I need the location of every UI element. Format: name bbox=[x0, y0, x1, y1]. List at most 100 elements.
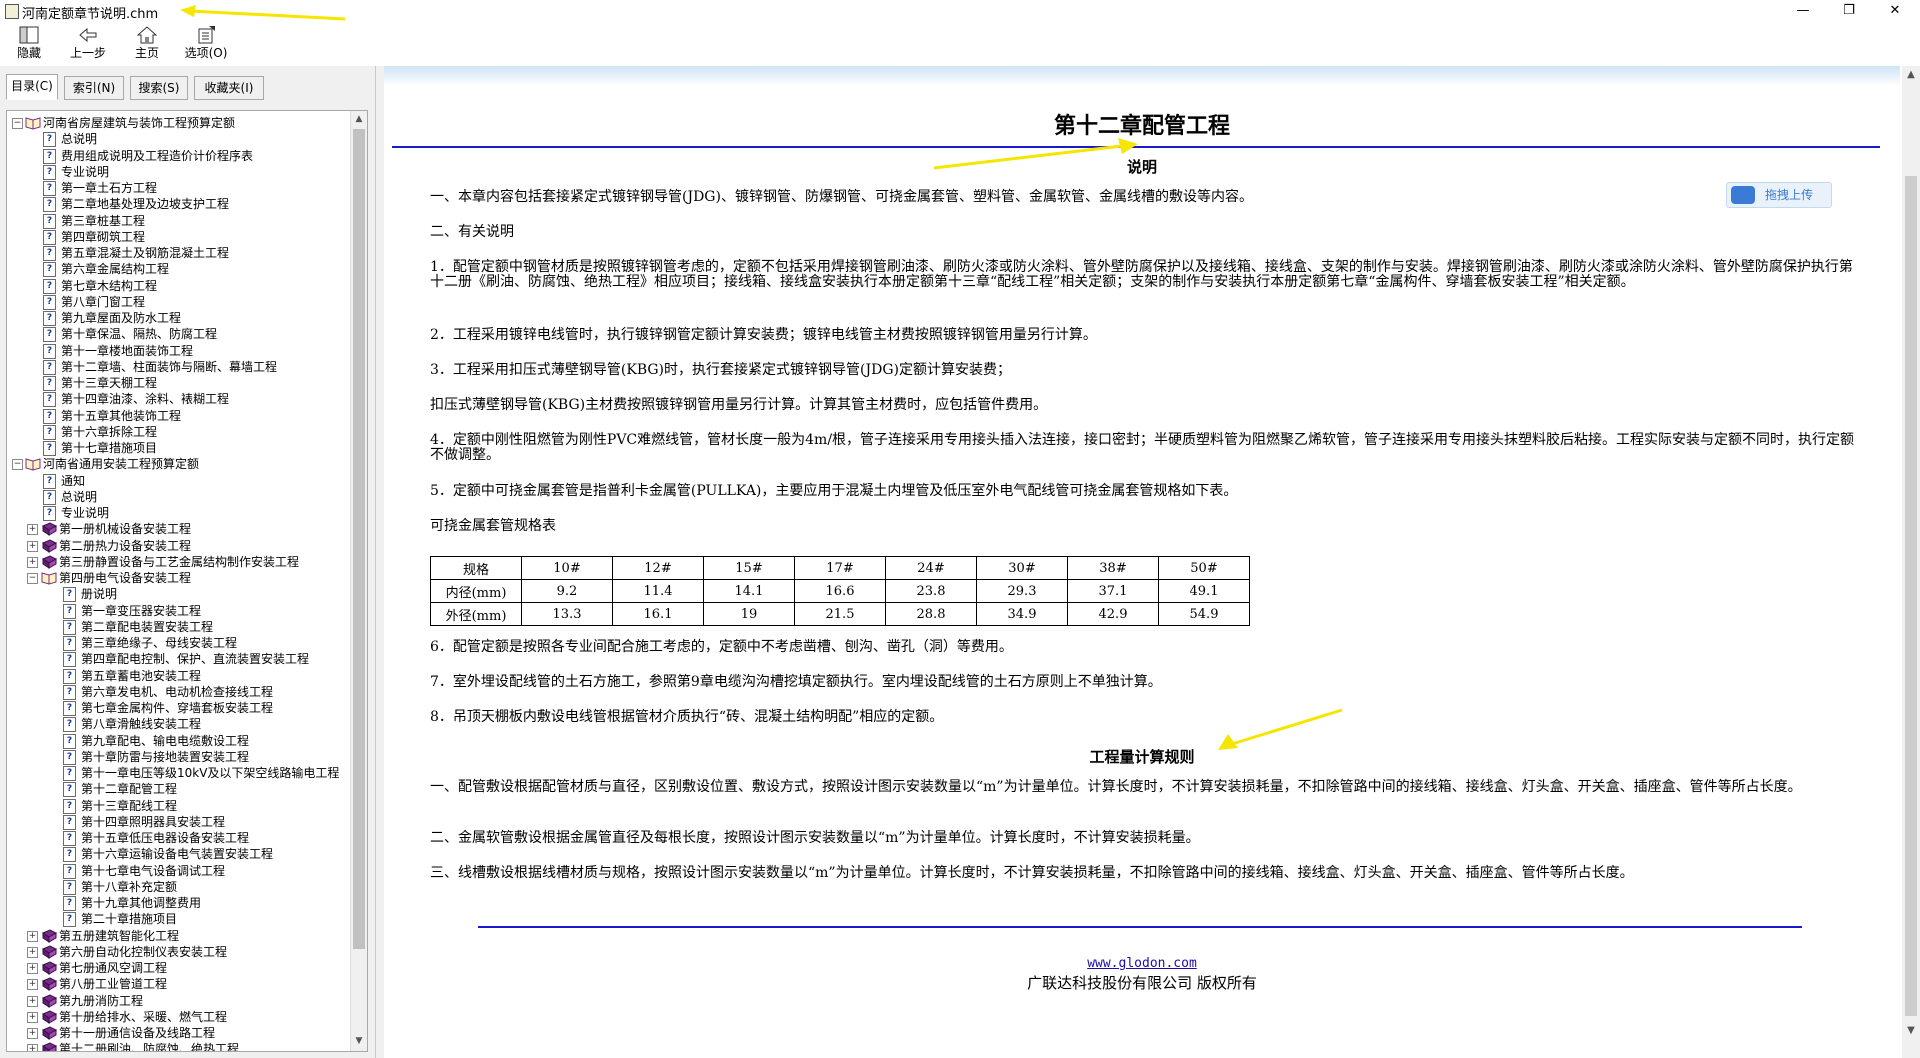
help-page-icon: ? bbox=[63, 652, 76, 668]
tree-item-label: 第十一章楼地面装饰工程 bbox=[61, 343, 194, 358]
table-cell: 16.6 bbox=[794, 579, 886, 603]
table-cell: 13.3 bbox=[521, 602, 613, 626]
help-page-icon: ? bbox=[43, 327, 56, 343]
paragraph: 7．室外埋设配线管的土石方施工，参照第9章电缆沟沟槽挖填定额执行。室内埋设配线管… bbox=[430, 674, 1162, 690]
table-cell: 30# bbox=[976, 556, 1068, 580]
scroll-down-icon[interactable]: ▼ bbox=[351, 1033, 367, 1049]
open-book-icon bbox=[25, 117, 41, 130]
tree-item-label: 第十三章配线工程 bbox=[81, 798, 178, 813]
scroll-up-icon[interactable]: ▲ bbox=[1902, 66, 1920, 84]
expand-icon[interactable]: + bbox=[27, 930, 38, 942]
rule-paragraph: 一、配管敷设根据配管材质与直径，区别敷设位置、敷设方式，按照设计图示安装数量以“… bbox=[430, 779, 1802, 795]
tree-item-label: 通知 bbox=[61, 473, 86, 488]
tree-item-label: 第十册给排水、采暖、燃气工程 bbox=[59, 1009, 228, 1024]
help-page-icon: ? bbox=[43, 408, 56, 424]
expand-icon[interactable]: + bbox=[27, 1044, 38, 1051]
closed-book-icon bbox=[41, 961, 57, 975]
expand-icon[interactable]: + bbox=[27, 1011, 38, 1023]
help-page-icon: ? bbox=[43, 148, 56, 164]
options-button[interactable]: 选项(O) bbox=[178, 24, 234, 64]
help-page-icon: ? bbox=[63, 701, 76, 716]
expand-icon[interactable]: + bbox=[27, 540, 38, 552]
closed-book-icon bbox=[41, 538, 57, 553]
collapse-icon[interactable]: − bbox=[12, 118, 23, 129]
tree-item-label: 第八章门窗工程 bbox=[61, 294, 146, 309]
hide-button[interactable]: 隐藏 bbox=[1, 24, 57, 64]
table-cell: 16.1 bbox=[612, 602, 704, 626]
tab-search[interactable]: 搜索(S) bbox=[130, 76, 188, 100]
annotation-arrow-icon bbox=[180, 5, 346, 21]
tab-favorites[interactable]: 收藏夹(I) bbox=[194, 76, 264, 100]
home-icon bbox=[137, 26, 157, 44]
collapse-icon[interactable]: − bbox=[12, 459, 23, 471]
spec-table: 规格 10# 12# 15# 17# 24# 30# 38# 50# 内径(mm) 9.2 11.4 1… bbox=[430, 556, 1250, 626]
help-page-icon: ? bbox=[43, 473, 56, 489]
scroll-down-icon[interactable]: ▼ bbox=[1902, 1022, 1920, 1040]
expand-icon[interactable]: + bbox=[27, 963, 38, 974]
expand-icon[interactable]: + bbox=[27, 946, 38, 958]
help-page-icon: ? bbox=[63, 587, 76, 603]
table-cell: 34.9 bbox=[976, 602, 1068, 626]
closed-book-icon bbox=[41, 1042, 57, 1051]
tree-item-label: 总说明 bbox=[61, 132, 98, 147]
tree-item-label: 第八册工业管道工程 bbox=[59, 977, 168, 992]
expand-icon[interactable]: + bbox=[27, 1028, 38, 1039]
content-scrollbar[interactable]: ▲ ▼ bbox=[1902, 66, 1920, 1058]
back-button[interactable]: 上一步 bbox=[60, 24, 116, 64]
tree-item-label: 第十三章天棚工程 bbox=[61, 376, 158, 390]
restore-button[interactable]: ❐ bbox=[1826, 0, 1872, 22]
paragraph: 6．配管定额是按照各专业间配合施工考虑的，定额中不考虑凿槽、刨沟、凿孔（洞）等费… bbox=[430, 639, 1013, 655]
tree-item-label: 第四章配电控制、保护、直流装置安装工程 bbox=[81, 652, 310, 667]
table-caption: 可挠金属套管规格表 bbox=[430, 518, 556, 534]
help-page-icon: ? bbox=[63, 668, 76, 684]
title-bar: 河南定额章节说明.chm — ❐ ✕ bbox=[0, 0, 1920, 22]
tree-item-label: 第十二章配管工程 bbox=[81, 782, 178, 797]
closed-book-icon bbox=[41, 1010, 57, 1024]
help-page-icon: ? bbox=[43, 164, 56, 180]
table-cell: 17# bbox=[794, 556, 886, 580]
tree-item-label: 第七章金属构件、穿墙套板安装工程 bbox=[81, 701, 274, 715]
paragraph: 二、有关说明 bbox=[430, 224, 514, 240]
tree-item-label: 第五章混凝土及钢筋混凝土工程 bbox=[61, 246, 230, 260]
tree-item-label: 第十四章照明器具安装工程 bbox=[81, 814, 226, 829]
page-banner bbox=[384, 66, 1900, 86]
tree-item-label: 第二册热力设备安装工程 bbox=[59, 538, 192, 553]
table-cell: 外径(mm) bbox=[430, 602, 522, 626]
tree-item-label: 第六章金属结构工程 bbox=[61, 262, 170, 277]
close-button[interactable]: ✕ bbox=[1872, 0, 1918, 22]
tree-scrollbar[interactable]: ▲ ▼ bbox=[350, 111, 367, 1051]
tab-index[interactable]: 索引(N) bbox=[64, 76, 124, 100]
tree-item-label: 第二章地基处理及边坡支护工程 bbox=[61, 197, 230, 212]
glodon-link[interactable]: www.glodon.com bbox=[384, 956, 1900, 971]
scroll-up-icon[interactable]: ▲ bbox=[351, 111, 367, 127]
tree-item-label: 费用组成说明及工程造价计价程序表 bbox=[61, 148, 254, 163]
closed-book-icon bbox=[41, 1026, 57, 1040]
tree-item-label: 第十五章低压电器设备安装工程 bbox=[81, 831, 250, 845]
tree-item-label: 第二十章措施项目 bbox=[81, 912, 178, 927]
collapse-icon[interactable]: − bbox=[27, 573, 38, 584]
table-cell: 10# bbox=[521, 556, 613, 580]
home-button[interactable]: 主页 bbox=[119, 24, 175, 64]
spec-table-body: 规格 10# 12# 15# 17# 24# 30# 38# 50# 内径(mm) 9.2 11.4 1… bbox=[430, 556, 1250, 626]
table-cell: 12# bbox=[612, 556, 704, 580]
toolbar: 隐藏 上一步 主页 选项(O) bbox=[0, 22, 1920, 66]
help-page-icon: ? bbox=[43, 262, 56, 278]
tree-scroll-thumb[interactable] bbox=[353, 129, 365, 949]
expand-icon[interactable]: + bbox=[27, 524, 38, 536]
options-label: 选项(O) bbox=[184, 46, 228, 60]
pane-splitter[interactable] bbox=[376, 66, 384, 1058]
help-page-icon: ? bbox=[63, 717, 76, 733]
window-title: 河南定额章节说明.chm bbox=[22, 7, 159, 22]
minimize-button[interactable]: — bbox=[1780, 0, 1826, 22]
expand-icon[interactable]: + bbox=[27, 995, 38, 1007]
help-page-icon: ? bbox=[63, 733, 76, 749]
tab-contents[interactable]: 目录(C) bbox=[6, 74, 58, 100]
expand-icon[interactable]: + bbox=[27, 556, 38, 568]
help-page-icon: ? bbox=[43, 343, 56, 359]
content-scroll-thumb[interactable] bbox=[1905, 176, 1917, 1016]
expand-icon[interactable]: + bbox=[27, 979, 38, 991]
tree-item-label: 第十五章其他装饰工程 bbox=[61, 408, 182, 423]
table-row: 规格 10# 12# 15# 17# 24# 30# 38# 50# bbox=[430, 556, 1250, 580]
tree-item-label: 河南省房屋建筑与装饰工程预算定额 bbox=[43, 116, 236, 130]
tree-item-label: 第十四章油漆、涂料、裱糊工程 bbox=[61, 392, 230, 407]
